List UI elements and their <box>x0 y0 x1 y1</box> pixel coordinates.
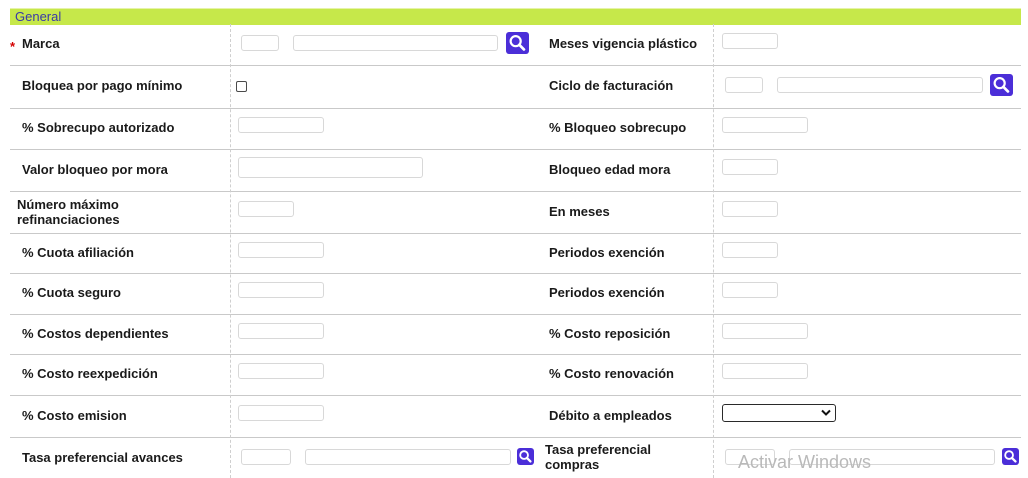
tasa-avances-code-input[interactable] <box>241 449 291 465</box>
ciclo-search-button[interactable] <box>990 74 1013 96</box>
row-divider <box>10 395 1021 396</box>
periodos-exencion-2-input[interactable] <box>722 282 778 298</box>
numero-max-refin-label: Número máximo refinanciaciones <box>17 197 120 227</box>
row-divider <box>10 149 1021 150</box>
row-divider <box>10 191 1021 192</box>
bloqueo-edad-mora-input[interactable] <box>722 159 778 175</box>
costo-emision-input[interactable] <box>238 405 324 421</box>
costo-emision-label: % Costo emision <box>22 408 127 423</box>
row-divider <box>10 233 1021 234</box>
bloqueo-sobrecupo-input[interactable] <box>722 117 808 133</box>
ciclo-code-input[interactable] <box>725 77 763 93</box>
ciclo-name-input[interactable] <box>777 77 983 93</box>
bloquea-pago-checkbox[interactable] <box>236 81 247 92</box>
marca-code-input[interactable] <box>241 35 279 51</box>
row-divider <box>10 108 1021 109</box>
tasa-pref-avances-label: Tasa preferencial avances <box>22 450 183 465</box>
en-meses-label: En meses <box>549 204 610 219</box>
tasa-compras-search-button[interactable] <box>1002 448 1019 465</box>
meses-vigencia-label: Meses vigencia plástico <box>549 36 698 51</box>
column-divider <box>230 24 231 478</box>
section-title: General <box>15 9 62 24</box>
costo-reexpedicion-label: % Costo reexpedición <box>22 366 158 381</box>
bloquea-pago-label: Bloquea por pago mínimo <box>22 78 183 93</box>
chevron-down-icon <box>821 409 831 416</box>
costo-reposicion-input[interactable] <box>722 323 808 339</box>
search-icon <box>993 77 1010 93</box>
costo-reexpedicion-input[interactable] <box>238 363 324 379</box>
marca-name-input[interactable] <box>293 35 498 51</box>
costo-reposicion-label: % Costo reposición <box>549 326 671 341</box>
tasa-avances-search-button[interactable] <box>517 448 534 465</box>
cuota-afiliacion-input[interactable] <box>238 242 324 258</box>
cuota-seguro-input[interactable] <box>238 282 324 298</box>
periodos-exencion-1-label: Periodos exención <box>549 245 665 260</box>
tasa-compras-name-input[interactable] <box>789 449 995 465</box>
row-divider <box>10 314 1021 315</box>
numero-max-refin-input[interactable] <box>238 201 294 217</box>
ciclo-facturacion-label: Ciclo de facturación <box>549 78 674 93</box>
marca-search-button[interactable] <box>506 32 529 54</box>
bloqueo-edad-mora-label: Bloqueo edad mora <box>549 162 671 177</box>
bloqueo-sobrecupo-label: % Bloqueo sobrecupo <box>549 120 687 135</box>
tasa-pref-compras-label: Tasa preferencial compras <box>545 442 651 472</box>
cuota-seguro-label: % Cuota seguro <box>22 285 121 300</box>
sobrecupo-autorizado-label: % Sobrecupo autorizado <box>22 120 175 135</box>
costo-renovacion-input[interactable] <box>722 363 808 379</box>
costos-dependientes-input[interactable] <box>238 323 324 339</box>
search-icon <box>519 450 532 463</box>
row-divider <box>10 273 1021 274</box>
section-header: General <box>10 8 1021 25</box>
search-icon <box>1004 450 1017 463</box>
costo-renovacion-label: % Costo renovación <box>549 366 674 381</box>
en-meses-input[interactable] <box>722 201 778 217</box>
costos-dependientes-label: % Costos dependientes <box>22 326 169 341</box>
column-divider <box>713 24 714 478</box>
row-divider <box>10 354 1021 355</box>
required-asterisk: * <box>10 39 16 54</box>
valor-bloqueo-mora-label: Valor bloqueo por mora <box>22 162 168 177</box>
row-divider <box>10 437 1021 438</box>
debito-empleados-label: Débito a empleados <box>549 408 672 423</box>
marca-label: Marca <box>22 36 60 51</box>
row-divider <box>10 65 1021 66</box>
debito-empleados-select[interactable] <box>722 404 836 422</box>
tasa-compras-code-input[interactable] <box>725 449 775 465</box>
cuota-afiliacion-label: % Cuota afiliación <box>22 245 134 260</box>
periodos-exencion-1-input[interactable] <box>722 242 778 258</box>
tasa-avances-name-input[interactable] <box>305 449 511 465</box>
sobrecupo-autorizado-input[interactable] <box>238 117 324 133</box>
search-icon <box>509 35 526 51</box>
periodos-exencion-2-label: Periodos exención <box>549 285 665 300</box>
valor-bloqueo-mora-input[interactable] <box>238 157 423 178</box>
meses-vigencia-input[interactable] <box>722 33 778 49</box>
